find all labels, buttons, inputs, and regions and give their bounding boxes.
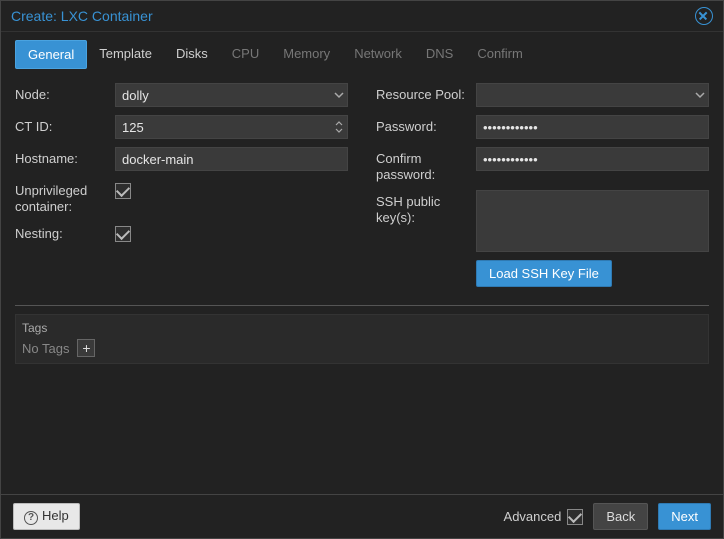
tags-heading: Tags	[22, 321, 702, 335]
load-ssh-key-button[interactable]: Load SSH Key File	[476, 260, 612, 287]
help-icon: ?	[24, 511, 38, 525]
hostname-label: Hostname:	[15, 147, 115, 167]
ctid-label: CT ID:	[15, 115, 115, 135]
separator	[15, 305, 709, 306]
tab-template[interactable]: Template	[87, 40, 164, 69]
tab-memory[interactable]: Memory	[271, 40, 342, 69]
tags-section: Tags No Tags +	[15, 314, 709, 364]
no-tags-text: No Tags	[22, 341, 69, 356]
ctid-input[interactable]	[115, 115, 348, 139]
node-label: Node:	[15, 83, 115, 103]
title-bar: Create: LXC Container	[1, 1, 723, 32]
advanced-label: Advanced	[504, 509, 562, 524]
form-body: Node: CT ID:	[1, 69, 723, 494]
tab-disks[interactable]: Disks	[164, 40, 220, 69]
unprivileged-label: Unprivileged container:	[15, 179, 115, 214]
tab-cpu[interactable]: CPU	[220, 40, 271, 69]
tab-confirm[interactable]: Confirm	[465, 40, 535, 69]
create-lxc-dialog: Create: LXC Container General Template D…	[0, 0, 724, 539]
pool-select[interactable]	[476, 83, 709, 107]
nesting-checkbox[interactable]	[115, 226, 131, 242]
ssh-keys-label: SSH public key(s):	[376, 190, 476, 225]
close-icon[interactable]	[695, 7, 713, 25]
tab-network[interactable]: Network	[342, 40, 414, 69]
right-column: Resource Pool: Password: Confirm passwor…	[376, 83, 709, 287]
left-column: Node: CT ID:	[15, 83, 348, 287]
plus-icon: +	[82, 341, 90, 355]
password-input[interactable]	[476, 115, 709, 139]
footer-bar: ? Help Advanced Back Next	[1, 494, 723, 538]
confirm-password-label: Confirm password:	[376, 147, 476, 182]
nesting-label: Nesting:	[15, 222, 115, 242]
dialog-title: Create: LXC Container	[11, 8, 153, 24]
tab-general[interactable]: General	[15, 40, 87, 69]
add-tag-button[interactable]: +	[77, 339, 95, 357]
confirm-password-input[interactable]	[476, 147, 709, 171]
help-label: Help	[42, 508, 69, 523]
node-select[interactable]	[115, 83, 348, 107]
advanced-checkbox[interactable]	[567, 509, 583, 525]
help-button[interactable]: ? Help	[13, 503, 80, 530]
tab-bar: General Template Disks CPU Memory Networ…	[1, 32, 723, 69]
next-button[interactable]: Next	[658, 503, 711, 530]
hostname-input[interactable]	[115, 147, 348, 171]
unprivileged-checkbox[interactable]	[115, 183, 131, 199]
tab-dns[interactable]: DNS	[414, 40, 465, 69]
ssh-keys-textarea[interactable]	[476, 190, 709, 252]
back-button[interactable]: Back	[593, 503, 648, 530]
password-label: Password:	[376, 115, 476, 135]
pool-label: Resource Pool:	[376, 83, 476, 103]
